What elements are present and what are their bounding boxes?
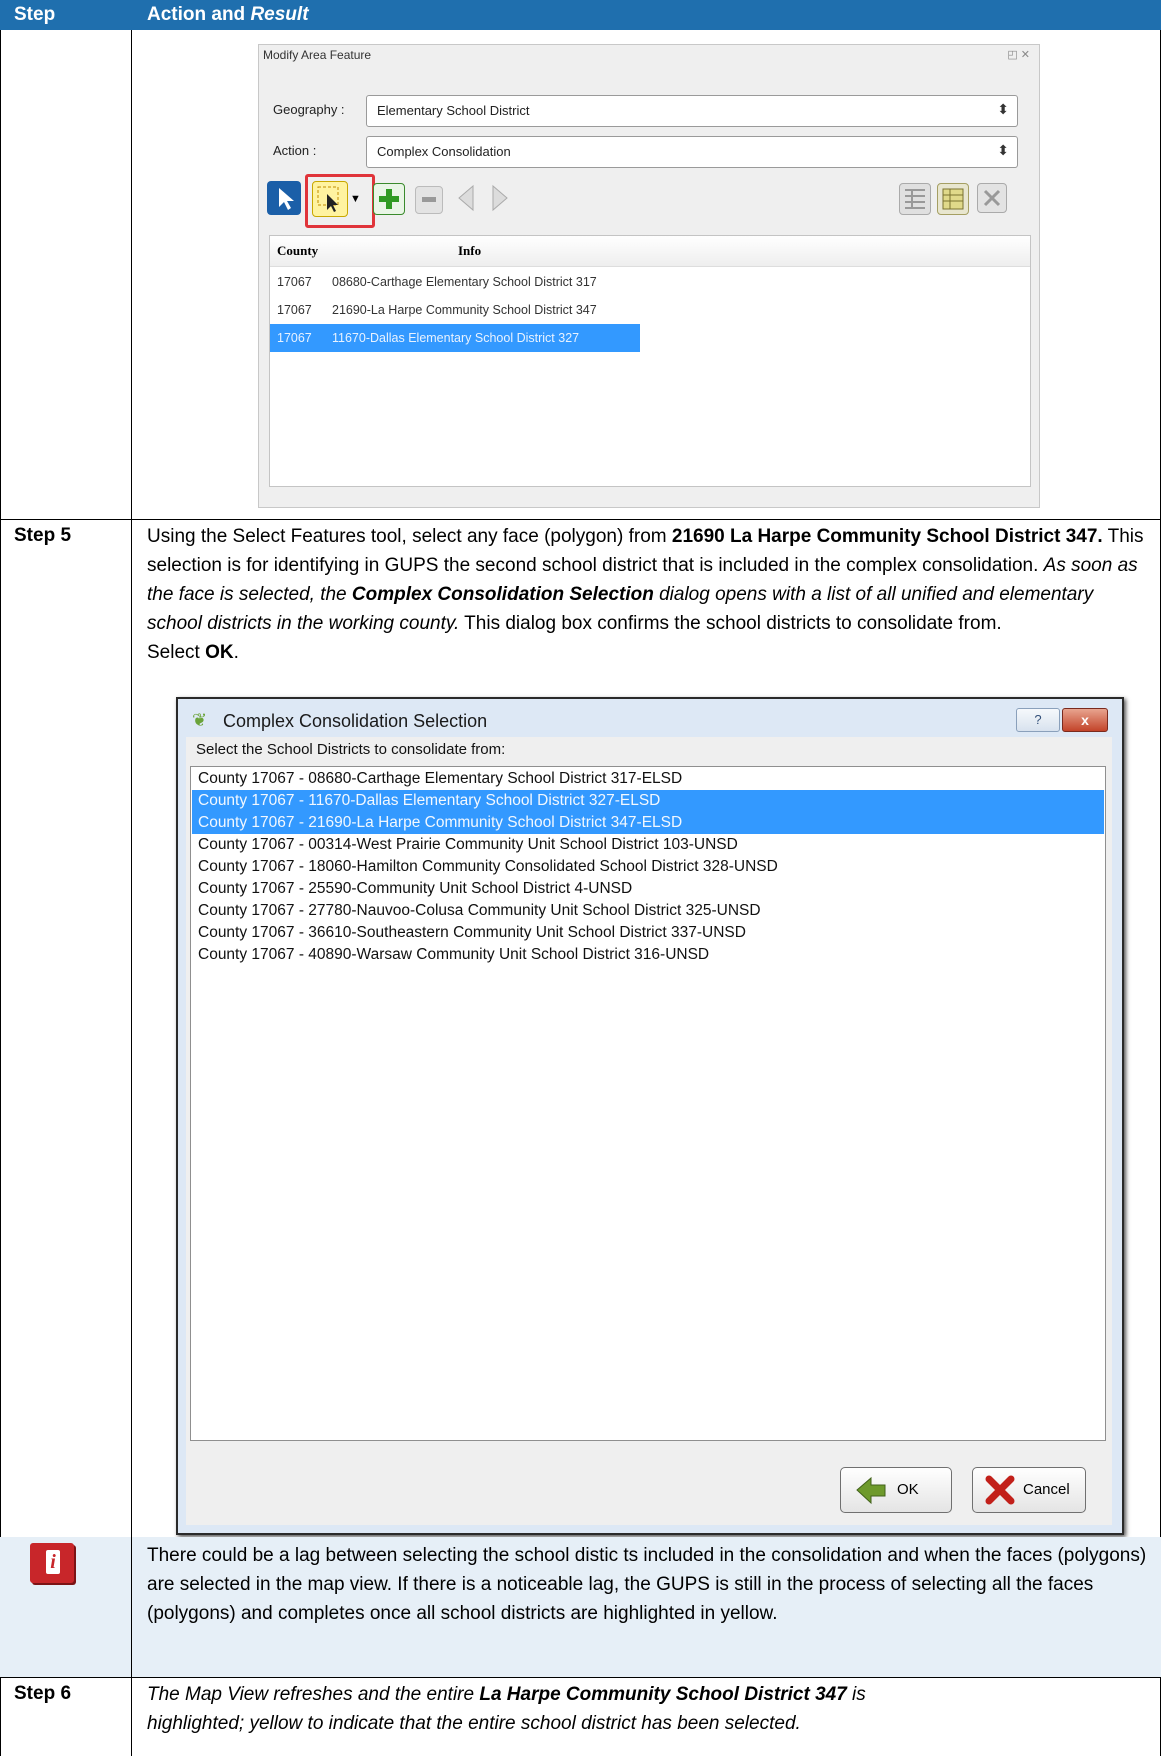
select-rectangle-icon (317, 186, 339, 212)
note-text: There could be a lag between selecting t… (147, 1545, 1147, 1624)
column-divider (131, 1537, 132, 1677)
step-6-label: Step 6 (14, 1683, 72, 1704)
left-triangle-icon (458, 184, 474, 212)
modify-area-feature-panel: Modify Area Feature ◰✕ Geography : Eleme… (258, 44, 1040, 508)
step-5-label: Step 5 (14, 525, 72, 546)
panel-title: Modify Area Feature (263, 48, 372, 62)
list-item-selected[interactable]: County 17067 - 21690-La Harpe Community … (192, 812, 1104, 834)
row-info: 08680-Carthage Elementary School Distric… (332, 275, 597, 289)
list-item[interactable]: County 17067 - 40890-Warsaw Community Un… (192, 944, 1104, 966)
dialog-title: Complex Consolidation Selection (223, 711, 488, 731)
select-features-icon[interactable] (312, 181, 348, 217)
feature-grid: County Info 17067 08680-Carthage Element… (269, 235, 1031, 487)
close-icon (983, 189, 1001, 207)
row-county: 17067 (277, 303, 312, 317)
list-item[interactable]: County 17067 - 00314-West Prairie Commun… (192, 834, 1104, 856)
identify-cursor-icon[interactable] (267, 181, 301, 215)
list-item[interactable]: County 17067 - 18060-Hamilton Community … (192, 856, 1104, 878)
dialog-body: Select the School Districts to consolida… (186, 737, 1112, 1525)
right-triangle-icon (492, 184, 508, 212)
row-info: 21690-La Harpe Community School District… (332, 303, 597, 317)
next-arrow-icon[interactable] (485, 183, 515, 213)
clear-x-icon[interactable] (977, 183, 1007, 213)
minus-icon (422, 197, 436, 202)
column-info: Info (458, 243, 482, 258)
grid-icon (942, 188, 964, 210)
list-item-selected[interactable]: County 17067 - 11670-Dallas Elementary S… (192, 790, 1104, 812)
dropdown-arrow-icon[interactable]: ▼ (350, 193, 361, 205)
action-select[interactable]: Complex Consolidation ⬍ (366, 136, 1018, 168)
table-row[interactable]: 17067 08680-Carthage Elementary School D… (270, 268, 640, 296)
action-value: Complex Consolidation (377, 144, 511, 159)
attribute-table-icon[interactable] (937, 183, 969, 215)
column-county: County (277, 243, 319, 258)
step-6-text: The Map View refreshes and the entire La… (147, 1684, 866, 1734)
list-item[interactable]: County 17067 - 25590-Community Unit Scho… (192, 878, 1104, 900)
help-button[interactable]: ? (1016, 708, 1060, 732)
grid-icon (905, 189, 925, 209)
row-divider (0, 519, 1161, 520)
info-icon: i (30, 1543, 74, 1583)
district-list[interactable]: County 17067 - 08680-Carthage Elementary… (190, 766, 1106, 1441)
plus-icon (379, 189, 399, 209)
cancel-button[interactable]: Cancel (972, 1467, 1086, 1513)
geography-label: Geography : (273, 102, 345, 117)
dialog-prompt: Select the School Districts to consolida… (196, 741, 506, 758)
table-header: Step Action and Result (0, 0, 1161, 30)
border-left (0, 30, 1, 1756)
add-plus-icon[interactable] (373, 183, 405, 215)
instruction-table: Step Action and Result Modify Area Featu… (0, 0, 1161, 1756)
table-view-icon[interactable] (899, 183, 931, 215)
cursor-icon (279, 188, 294, 210)
table-row[interactable]: 17067 21690-La Harpe Community School Di… (270, 296, 640, 324)
row-info: 11670-Dallas Elementary School District … (332, 331, 580, 345)
row-county: 17067 (277, 331, 312, 345)
cancel-x-icon (985, 1475, 1015, 1505)
complex-consolidation-dialog: ❦ Complex Consolidation Selection ? x Se… (176, 697, 1124, 1535)
header-action: Action and Result (147, 4, 309, 25)
geography-select[interactable]: Elementary School District ⬍ (366, 95, 1018, 127)
ok-button[interactable]: OK (840, 1467, 952, 1513)
geography-value: Elementary School District (377, 103, 530, 118)
column-divider (131, 30, 132, 1756)
ok-arrow-icon (856, 1476, 886, 1505)
table-row-selected[interactable]: 17067 11670-Dallas Elementary School Dis… (270, 324, 640, 352)
updown-arrow-icon: ⬍ (997, 101, 1009, 117)
action-label: Action : (273, 143, 317, 158)
row-county: 17067 (277, 275, 312, 289)
close-button[interactable]: x (1062, 708, 1108, 732)
panel-window-controls[interactable]: ◰✕ (1007, 48, 1033, 61)
header-step: Step (14, 4, 56, 25)
step-5-text: Using the Select Features tool, select a… (147, 526, 1144, 663)
list-item[interactable]: County 17067 - 36610-Southeastern Commun… (192, 922, 1104, 944)
row-divider (0, 1677, 1161, 1678)
remove-minus-icon[interactable] (415, 186, 443, 214)
updown-arrow-icon: ⬍ (997, 142, 1009, 158)
list-item[interactable]: County 17067 - 27780-Nauvoo-Colusa Commu… (192, 900, 1104, 922)
previous-arrow-icon[interactable] (451, 183, 481, 213)
app-leaf-icon: ❦ (192, 710, 208, 730)
list-item[interactable]: County 17067 - 08680-Carthage Elementary… (192, 768, 1104, 790)
grid-header: County Info (270, 236, 1030, 267)
